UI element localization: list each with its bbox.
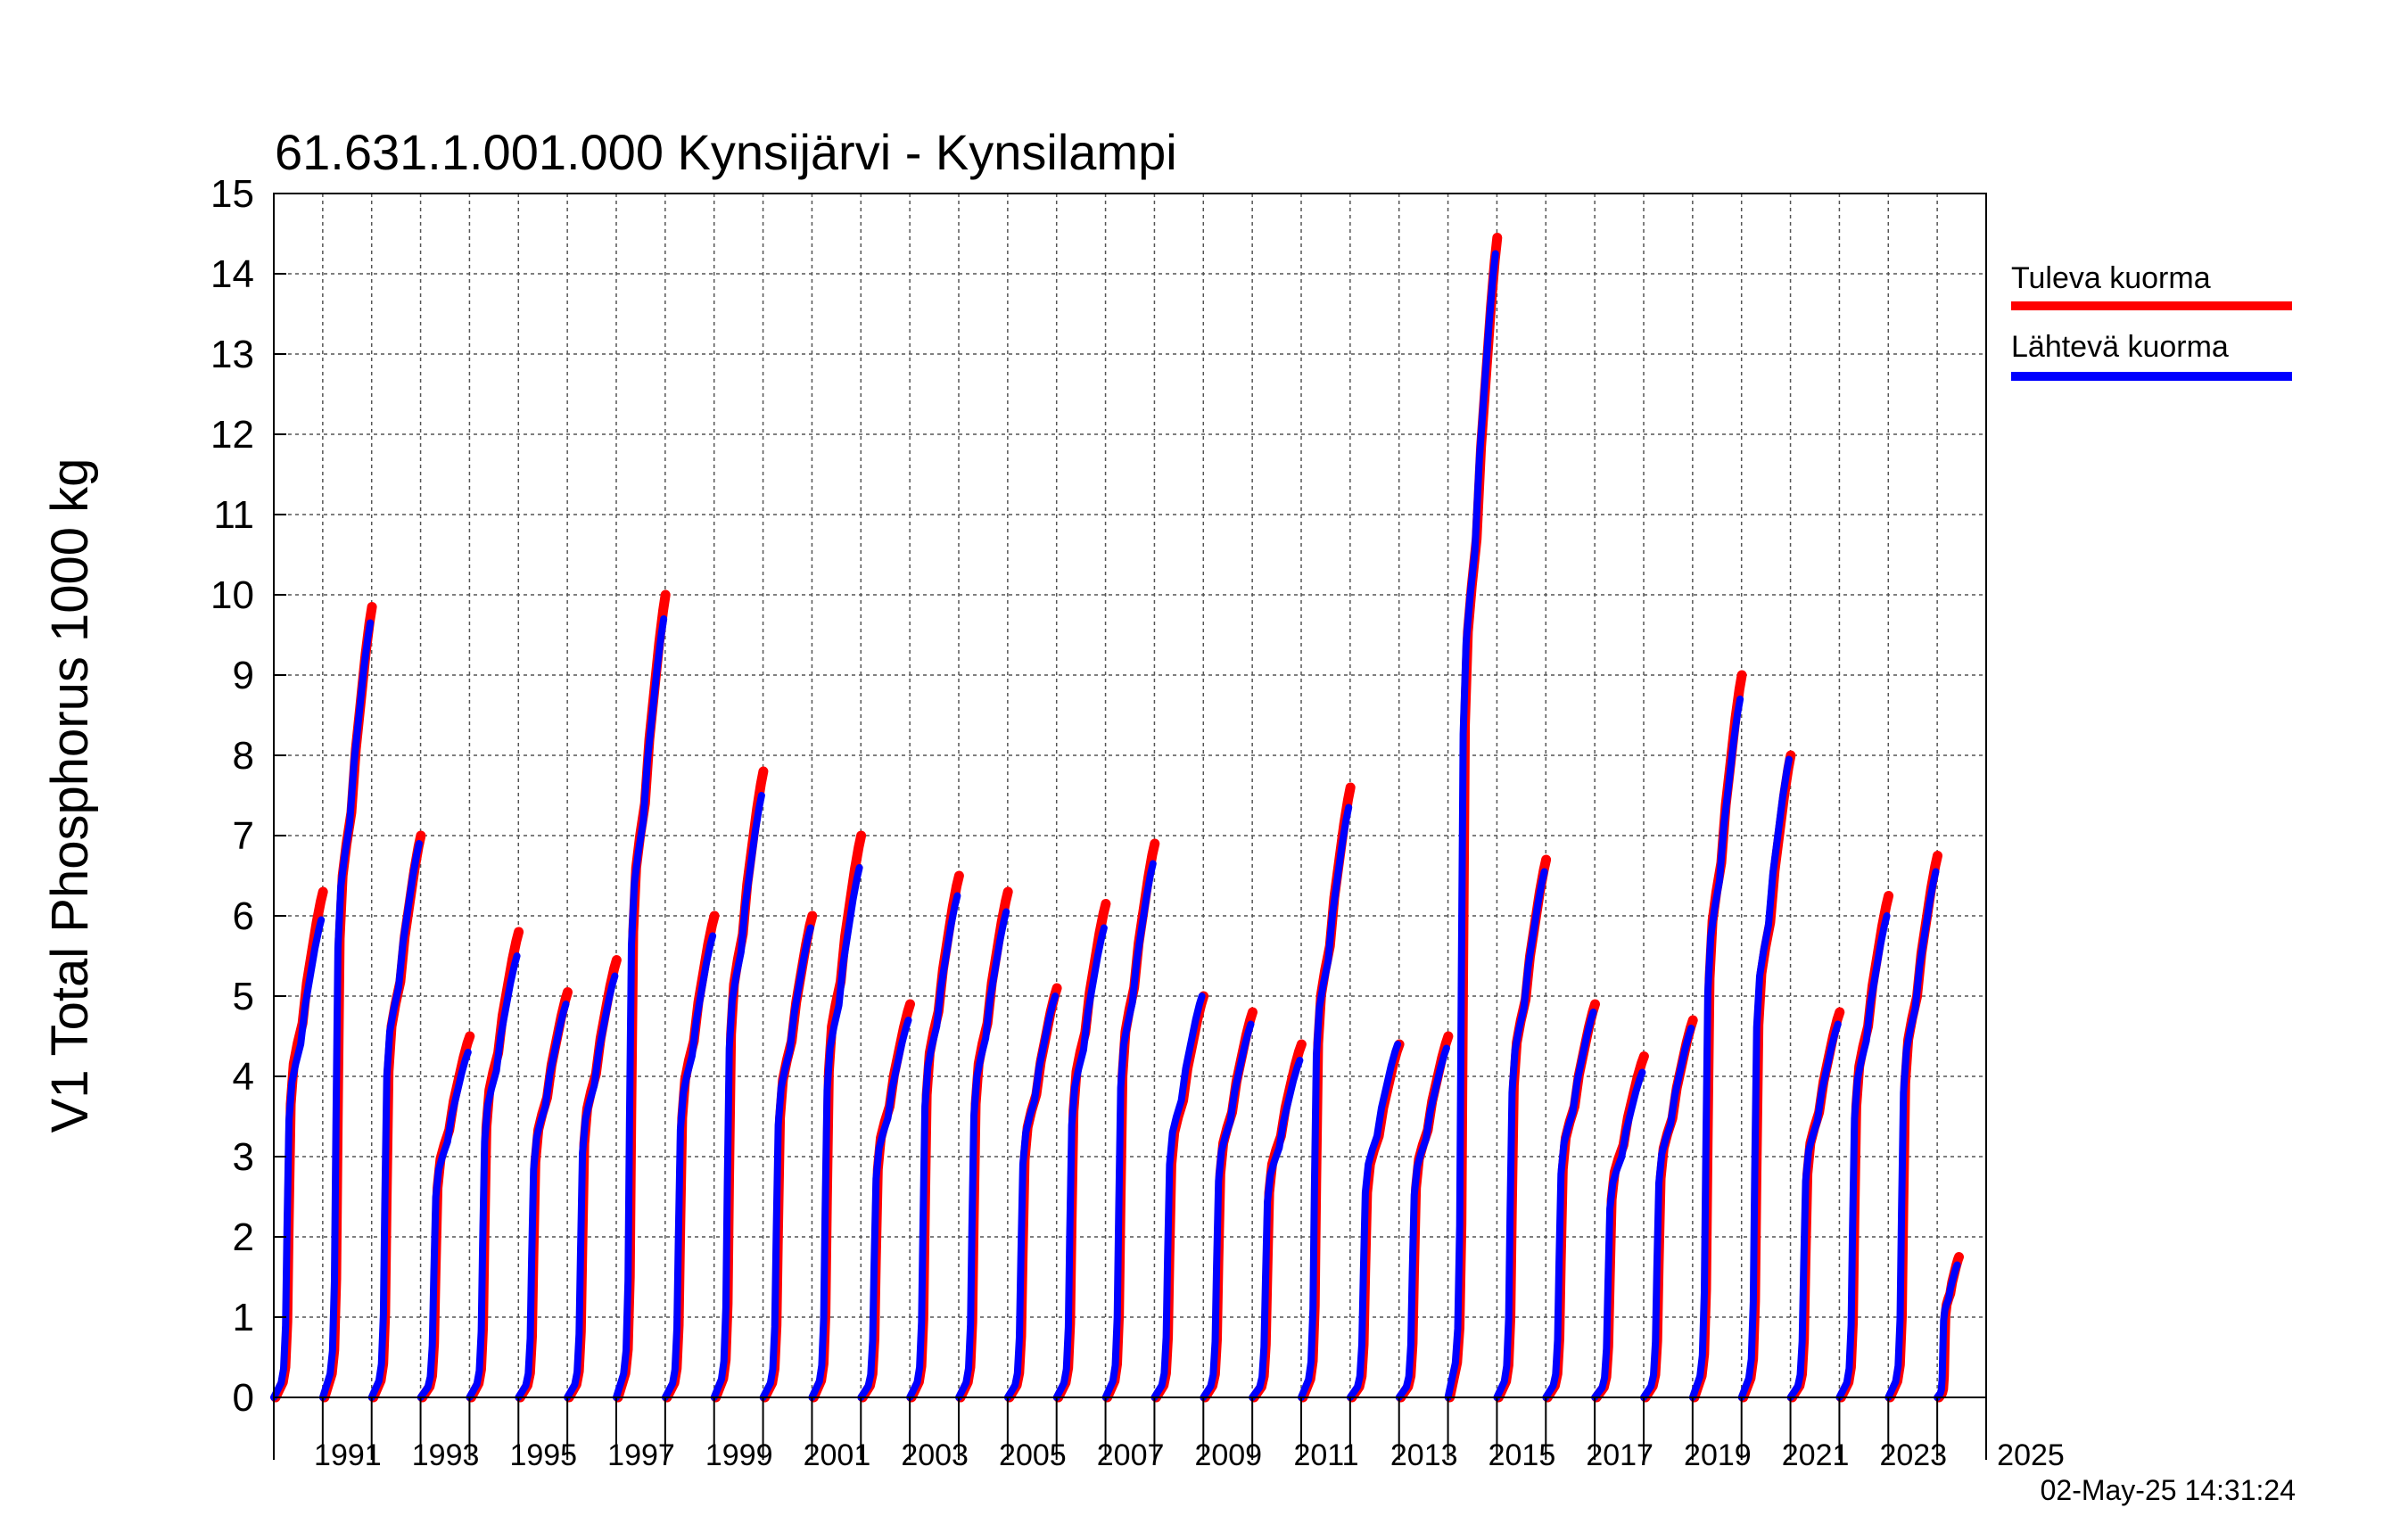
y-axis-label: V1 Total Phosphorus 1000 kg <box>41 458 99 1133</box>
series-segment <box>613 615 668 1401</box>
x-tick-label: 2017 <box>1586 1438 1653 1472</box>
y-tick-label: 2 <box>233 1215 254 1259</box>
y-tick-label: 0 <box>233 1376 254 1420</box>
x-tick-label: 1999 <box>705 1438 773 1472</box>
y-tick-label: 3 <box>233 1135 254 1179</box>
series-segment <box>1003 993 1060 1401</box>
series-segment <box>1786 1020 1842 1401</box>
x-tick-label: 1995 <box>509 1438 577 1472</box>
x-tick-label: 2025 <box>1997 1438 2065 1472</box>
x-tick-label: 2015 <box>1489 1438 1556 1472</box>
x-tick-label: 1997 <box>607 1438 675 1472</box>
y-tick-label: 8 <box>233 734 254 778</box>
series-segment <box>1884 868 1940 1401</box>
series-segment <box>759 924 814 1401</box>
series-segment <box>808 864 863 1401</box>
chart: 0123456789101112131415 1991 1993 1995 1997 1… <box>41 124 2296 1506</box>
series-segment <box>1200 1020 1255 1401</box>
y-tick-label: 4 <box>233 1055 254 1099</box>
series-segment <box>1249 1057 1304 1401</box>
y-tick-label: 13 <box>210 333 254 376</box>
series-segment <box>318 619 375 1401</box>
series-segment <box>1737 755 1793 1401</box>
series-segment <box>1640 1025 1695 1401</box>
x-tick-label: 2013 <box>1390 1438 1458 1472</box>
series-segment <box>906 892 961 1401</box>
y-tick-label: 9 <box>233 654 254 697</box>
series-segment <box>1688 696 1744 1401</box>
x-tick-label: 1991 <box>314 1438 382 1472</box>
x-tick-label: 2007 <box>1097 1438 1165 1472</box>
x-tick-label: 2003 <box>901 1438 969 1472</box>
x-tick-label: 2023 <box>1879 1438 1947 1472</box>
y-tick-label: 11 <box>213 493 254 537</box>
x-tick-label: 2001 <box>804 1438 871 1472</box>
y-tick-label: 1 <box>233 1296 254 1339</box>
series-segment <box>564 972 619 1401</box>
y-tick-label: 14 <box>210 252 254 296</box>
y-tick-label: 5 <box>233 975 254 1018</box>
series-segment <box>466 952 521 1401</box>
x-tick-label: 2011 <box>1293 1438 1358 1472</box>
y-tick-label: 15 <box>210 172 254 216</box>
x-tick-label: 2021 <box>1782 1438 1850 1472</box>
series-segment <box>1298 803 1353 1401</box>
series-segment <box>955 908 1010 1401</box>
series-segment <box>710 792 765 1401</box>
y-tick-label: 10 <box>210 573 254 617</box>
legend-label-lahteva: Lähtevä kuorma <box>2011 330 2229 364</box>
series-segment <box>270 916 326 1401</box>
legend-label-tuleva: Tuleva kuorma <box>2011 261 2211 295</box>
x-tick-label: 2009 <box>1194 1438 1262 1472</box>
chart-title: 61.631.1.001.000 Kynsijärvi - Kynsilampi <box>275 124 1177 180</box>
series-segment <box>1052 924 1108 1401</box>
series-segment <box>1493 868 1548 1401</box>
x-tick-label: 2005 <box>999 1438 1067 1472</box>
series-segment <box>661 932 717 1401</box>
y-tick-label: 7 <box>233 814 254 858</box>
series-segment <box>1542 1009 1597 1401</box>
series-segment <box>416 1049 472 1401</box>
series-segment <box>1591 1068 1646 1401</box>
x-axis: 1991 1993 1995 1997 1999 2001 2003 2005 2007 2009… <box>273 1397 2065 1472</box>
legend: Tuleva kuorma Lähtevä kuorma <box>2011 261 2292 381</box>
timestamp: 02-May-25 14:31:24 <box>2041 1474 2296 1506</box>
y-axis: 0123456789101112131415 <box>210 172 286 1420</box>
x-tick-label: 2019 <box>1684 1438 1752 1472</box>
series-segment <box>515 1001 570 1401</box>
series-lines <box>270 233 1964 1403</box>
y-tick-label: 6 <box>233 894 254 938</box>
series-segment <box>1444 250 1499 1401</box>
y-tick-label: 12 <box>210 413 254 457</box>
series-segment <box>1395 1044 1450 1401</box>
series-segment <box>367 840 423 1401</box>
x-tick-label: 1993 <box>412 1438 480 1472</box>
